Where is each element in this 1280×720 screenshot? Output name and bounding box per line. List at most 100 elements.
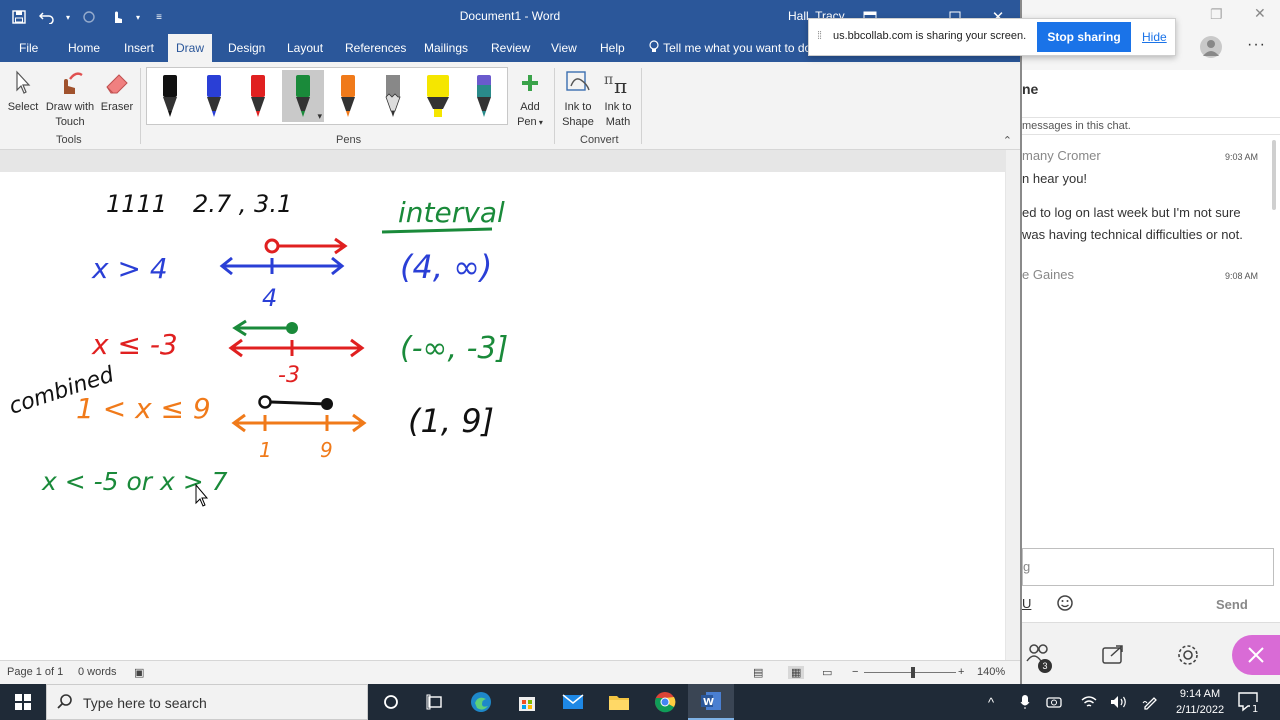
- chrome-icon[interactable]: [642, 684, 688, 720]
- emoji-icon[interactable]: [1056, 594, 1074, 617]
- close-panel-button[interactable]: [1232, 635, 1280, 675]
- mail-icon[interactable]: [550, 684, 596, 720]
- chat-title: ne: [1022, 81, 1039, 97]
- zoom-out-icon[interactable]: −: [852, 666, 858, 678]
- page-count[interactable]: Page 1 of 1: [7, 666, 63, 678]
- send-button[interactable]: Send: [1216, 597, 1248, 612]
- ink-shape-label-2: Shape: [562, 116, 594, 128]
- zoom-level[interactable]: 140%: [977, 666, 1005, 678]
- pen-icon: [207, 75, 221, 117]
- volume-icon[interactable]: [1110, 684, 1128, 720]
- start-button[interactable]: [0, 684, 46, 720]
- collab-bottom-bar: 3: [1022, 622, 1280, 684]
- tab-mailings[interactable]: Mailings: [416, 34, 476, 62]
- tab-review[interactable]: Review: [483, 34, 538, 62]
- tick-label-neg3: -3: [278, 363, 300, 388]
- print-layout-icon[interactable]: ▦: [788, 666, 805, 679]
- wifi-icon[interactable]: [1081, 684, 1097, 720]
- stop-sharing-button[interactable]: Stop sharing: [1037, 22, 1131, 52]
- lightbulb-icon: [649, 40, 659, 52]
- zoom-in-icon[interactable]: +: [958, 666, 964, 678]
- tab-references[interactable]: References: [337, 34, 414, 62]
- pen-icon: [296, 75, 310, 117]
- tab-layout[interactable]: Layout: [279, 34, 331, 62]
- tab-file[interactable]: File: [11, 34, 46, 62]
- more-options-icon[interactable]: ···: [1247, 36, 1266, 54]
- share-content-icon[interactable]: [1102, 643, 1126, 670]
- clock-time: 9:14 AM: [1179, 688, 1221, 700]
- task-view-icon[interactable]: [412, 684, 458, 720]
- message-line: was having technical difficulties or not…: [1022, 227, 1243, 242]
- ink-to-shape-button[interactable]: Ink to Shape: [560, 66, 596, 130]
- document-page[interactable]: 1111 2.7 , 3.1 interval x > 4 4 (4, ∞) x…: [0, 172, 1005, 660]
- word-count[interactable]: 0 words: [78, 666, 117, 678]
- settings-gear-icon[interactable]: [1176, 643, 1200, 672]
- pen-gray-pencil[interactable]: [372, 70, 414, 122]
- read-mode-icon[interactable]: ▤: [753, 666, 763, 679]
- underline-icon[interactable]: U: [1022, 596, 1031, 611]
- ink-note-decimals: 2.7 , 3.1: [193, 190, 292, 218]
- close-window-icon[interactable]: ✕: [1254, 5, 1266, 22]
- word-app-icon[interactable]: W: [688, 684, 734, 720]
- proofing-icon[interactable]: ▣: [134, 666, 144, 679]
- tab-help[interactable]: Help: [592, 34, 633, 62]
- notification-icon[interactable]: 1: [1236, 690, 1264, 715]
- pen-dropdown-icon[interactable]: ▾: [317, 111, 322, 122]
- ink-to-math-button[interactable]: ππ Ink to Math: [600, 66, 636, 130]
- highlighter-yellow[interactable]: [417, 70, 459, 122]
- chat-scrollbar[interactable]: [1272, 140, 1276, 210]
- taskbar-search[interactable]: Type here to search: [46, 684, 368, 720]
- interval-3: (1, 9]: [408, 402, 494, 440]
- hide-link[interactable]: Hide: [1142, 30, 1167, 44]
- pen-workspace-icon[interactable]: [1142, 684, 1158, 720]
- tab-insert[interactable]: Insert: [116, 34, 162, 62]
- clock-date: 2/11/2022: [1175, 704, 1225, 716]
- show-hidden-icons[interactable]: ^: [988, 684, 994, 720]
- file-explorer-icon[interactable]: [596, 684, 642, 720]
- zoom-slider-thumb[interactable]: [911, 667, 915, 678]
- message-line: n hear you!: [1022, 171, 1088, 186]
- restore-icon[interactable]: ❐: [1210, 6, 1223, 23]
- tab-view[interactable]: View: [543, 34, 585, 62]
- chat-input[interactable]: g: [1022, 548, 1274, 586]
- camera-icon[interactable]: [1046, 684, 1062, 720]
- svg-text:π: π: [604, 72, 613, 88]
- vertical-scrollbar[interactable]: [1006, 150, 1020, 660]
- status-bar: Page 1 of 1 0 words ▣ ▤ ▦ ▭ − + 140%: [0, 660, 1020, 684]
- web-layout-icon[interactable]: ▭: [822, 666, 832, 679]
- pen-blue[interactable]: [193, 70, 235, 122]
- ink-math-label-1: Ink to: [604, 101, 632, 113]
- eraser-button[interactable]: Eraser: [100, 66, 134, 115]
- pen-red[interactable]: [237, 70, 279, 122]
- screen-share-bar: ⁞⁞ us.bbcollab.com is sharing your scree…: [808, 18, 1176, 56]
- select-button[interactable]: Select: [6, 66, 40, 115]
- avatar[interactable]: [1200, 36, 1222, 58]
- document-area: 1111 2.7 , 3.1 interval x > 4 4 (4, ∞) x…: [0, 150, 1020, 660]
- cortana-icon[interactable]: [368, 684, 414, 720]
- pen-galaxy[interactable]: [463, 70, 505, 122]
- pi-icon: ππ: [604, 72, 627, 96]
- draw-touch-label-2: Touch: [55, 116, 85, 128]
- edge-icon[interactable]: [458, 684, 504, 720]
- system-clock[interactable]: 9:14 AM 2/11/2022: [1168, 686, 1232, 718]
- collapse-ribbon-icon[interactable]: ⌃: [1003, 134, 1012, 147]
- pen-gallery: ▾: [146, 67, 508, 125]
- store-icon[interactable]: [504, 684, 550, 720]
- microphone-icon[interactable]: [1020, 684, 1030, 720]
- number-line-2: [228, 319, 365, 358]
- tab-draw[interactable]: Draw: [168, 34, 212, 62]
- tab-design[interactable]: Design: [220, 34, 273, 62]
- draw-with-touch-button[interactable]: Draw with Touch: [44, 66, 96, 130]
- add-pen-label-1: Add: [520, 101, 540, 113]
- pen-green[interactable]: ▾: [282, 70, 324, 122]
- add-pen-button[interactable]: Add Pen ▾: [512, 66, 548, 130]
- tell-me-search[interactable]: Tell me what you want to do: [648, 34, 811, 62]
- pen-orange[interactable]: [327, 70, 369, 122]
- tab-home[interactable]: Home: [60, 34, 108, 62]
- drag-handle-icon[interactable]: ⁞⁞: [817, 30, 822, 42]
- chat-input-placeholder: g: [1023, 559, 1031, 574]
- pen-black[interactable]: [149, 70, 191, 122]
- plus-icon: [522, 75, 538, 91]
- zoom-slider[interactable]: [864, 672, 956, 673]
- chat-notice: messages in this chat.: [1022, 117, 1280, 135]
